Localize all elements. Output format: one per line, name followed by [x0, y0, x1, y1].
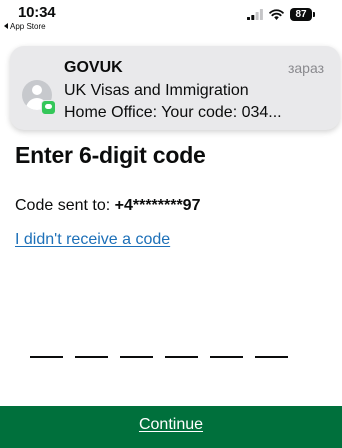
avatar-head — [32, 85, 42, 95]
signal-icon — [247, 9, 263, 20]
resend-code-link[interactable]: I didn't receive a code — [15, 231, 170, 249]
code-digit-6[interactable] — [255, 334, 288, 358]
code-digit-3[interactable] — [120, 334, 153, 358]
code-digit-4[interactable] — [165, 334, 198, 358]
back-arrow-icon — [4, 23, 8, 29]
code-input-group — [30, 334, 288, 358]
notification-body: Home Office: Your code: 034... — [64, 104, 282, 121]
wifi-icon — [269, 9, 284, 20]
page-title: Enter 6-digit code — [15, 142, 206, 168]
notification-time: зараз — [287, 60, 324, 76]
status-bar: 10:34 App Store 87 — [0, 0, 342, 44]
code-digit-1[interactable] — [30, 334, 63, 358]
continue-button[interactable]: Continue — [0, 406, 342, 448]
status-time: 10:34 — [18, 4, 56, 21]
sms-notification[interactable]: GOVUK зараз UK Visas and Immigration Hom… — [10, 46, 340, 130]
phone-number: +4********97 — [114, 197, 201, 214]
back-to-app-store[interactable]: App Store — [4, 22, 46, 31]
code-digit-2[interactable] — [75, 334, 108, 358]
back-to-app-store-label: App Store — [10, 22, 46, 31]
notification-title: UK Visas and Immigration — [64, 82, 249, 99]
code-sent-text: Code sent to: +4********97 — [15, 197, 200, 215]
code-digit-5[interactable] — [210, 334, 243, 358]
status-icons: 87 — [247, 8, 315, 21]
notification-sender: GOVUK — [64, 59, 123, 76]
battery-icon: 87 — [290, 8, 315, 21]
code-sent-label: Code sent to: — [15, 197, 115, 214]
messages-badge-icon — [41, 100, 56, 115]
